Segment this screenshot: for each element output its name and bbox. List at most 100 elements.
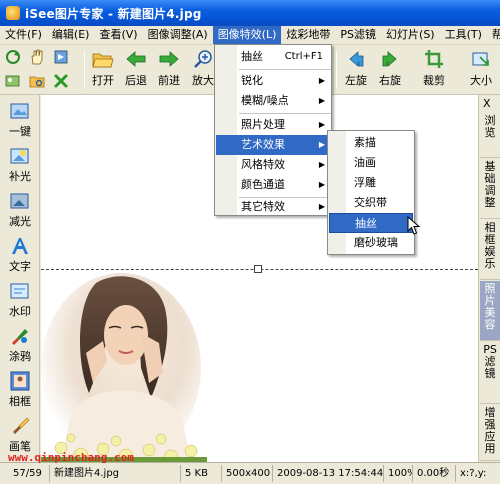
window-title: iSee图片专家 - 新建图片4.jpg bbox=[25, 6, 202, 21]
status-time: 0.00秒 bbox=[414, 465, 456, 482]
tab-enhance-apps[interactable]: 增强应用 bbox=[480, 405, 500, 461]
watermark-label: 水印 bbox=[9, 305, 31, 318]
submenu-arrow-icon: ▶ bbox=[318, 140, 325, 149]
menu-view[interactable]: 查看(V) bbox=[94, 26, 142, 44]
crop-label: 裁剪 bbox=[423, 74, 445, 87]
one-click-label: 一键 bbox=[9, 125, 31, 138]
rotate-right-button[interactable]: 右旋 bbox=[376, 47, 404, 93]
menu-item-sharpen[interactable]: 锐化 ▶ bbox=[239, 71, 331, 91]
menu-separator bbox=[239, 113, 331, 114]
menu-tools[interactable]: 工具(T) bbox=[440, 26, 487, 44]
crop-button[interactable]: 裁剪 bbox=[419, 47, 449, 93]
menu-color-zone[interactable]: 炫彩地带 bbox=[281, 26, 335, 44]
submenu-item-frosted-glass[interactable]: 磨砂玻璃 bbox=[348, 233, 414, 253]
tab-photo-beauty[interactable]: 照片美容 bbox=[480, 281, 500, 341]
text-label: 文字 bbox=[9, 260, 31, 273]
photo-woman-image bbox=[41, 273, 207, 462]
submenu-arrow-icon: ▶ bbox=[318, 96, 325, 105]
status-coords: x:?,y: bbox=[460, 468, 487, 479]
status-datetime: 2009-08-13 17:54:44 bbox=[274, 465, 384, 482]
zoom-in-button[interactable]: 放大 bbox=[190, 47, 216, 93]
rotate-left-label: 左旋 bbox=[345, 74, 367, 87]
tab-browse[interactable]: 浏览 bbox=[480, 113, 500, 158]
tab-basic-adjust[interactable]: 基础调整 bbox=[480, 159, 500, 219]
menu-image-adjust[interactable]: 图像调整(A) bbox=[143, 26, 213, 44]
open-button[interactable]: 打开 bbox=[88, 47, 118, 93]
menu-ps-filter[interactable]: PS滤镜 bbox=[335, 26, 381, 44]
submenu-item-sketch[interactable]: 素描 bbox=[348, 133, 414, 153]
submenu-gutter bbox=[328, 131, 346, 254]
resize-icon bbox=[472, 52, 489, 66]
menu-item-silk[interactable]: 抽丝 Ctrl+F1 bbox=[239, 47, 331, 67]
rotate-right-label: 右旋 bbox=[379, 74, 401, 87]
menu-item-sharpen-label: 锐化 bbox=[241, 74, 263, 87]
submenu-arrow-icon: ▶ bbox=[318, 76, 325, 85]
menu-separator bbox=[239, 69, 331, 70]
submenu-arrow-icon: ▶ bbox=[318, 202, 325, 211]
reduce-light-label: 减光 bbox=[9, 215, 31, 228]
frame-button[interactable]: 相框 bbox=[0, 367, 40, 411]
watermark-button[interactable]: 水印 bbox=[0, 277, 40, 321]
submenu-item-silk[interactable]: 抽丝 bbox=[329, 213, 413, 233]
text-button[interactable]: 文字 bbox=[0, 232, 40, 276]
image-effects-menu: 抽丝 Ctrl+F1 锐化 ▶ 模糊/噪点 ▶ 照片处理 ▶ 艺术效果 ▶ 风格… bbox=[214, 44, 332, 216]
menu-help[interactable]: 帮 bbox=[487, 26, 500, 44]
status-image-index: 57/59 bbox=[10, 465, 50, 482]
rotate-left-icon bbox=[349, 51, 364, 67]
resize-button[interactable]: 大小 bbox=[466, 47, 496, 93]
brush-button[interactable]: 画笔 bbox=[0, 412, 40, 456]
tab-frame-fun[interactable]: 相框娱乐 bbox=[480, 220, 500, 280]
folder-search-icon[interactable] bbox=[28, 72, 46, 90]
doodle-icon bbox=[12, 329, 28, 345]
frame-label: 相框 bbox=[9, 395, 31, 408]
menu-slideshow[interactable]: 幻灯片(S) bbox=[381, 26, 440, 44]
menu-item-blur-noise[interactable]: 模糊/噪点 ▶ bbox=[239, 91, 331, 111]
frame-icon bbox=[10, 371, 30, 391]
submenu-item-emboss[interactable]: 浮雕 bbox=[348, 173, 414, 193]
menu-gutter bbox=[215, 45, 237, 215]
selection-handle[interactable] bbox=[254, 265, 262, 273]
rotate-left-button[interactable]: 左旋 bbox=[342, 47, 370, 93]
open-folder-icon bbox=[92, 53, 114, 68]
slideshow-icon[interactable] bbox=[52, 48, 70, 66]
submenu-arrow-icon: ▶ bbox=[318, 180, 325, 189]
menu-image-effects[interactable]: 图像特效(L) bbox=[212, 26, 282, 44]
menu-item-color-channels-label: 颜色通道 bbox=[241, 178, 285, 191]
left-toolbar: 一键 补光 减光 文字 水印 涂鸦 相框 画笔 bbox=[0, 95, 40, 462]
menu-item-photo-processing-label: 照片处理 bbox=[241, 118, 285, 131]
back-button[interactable]: 后退 bbox=[122, 47, 150, 93]
mini-tools bbox=[4, 48, 80, 92]
status-dimensions: 500x400 bbox=[223, 465, 273, 482]
menu-file[interactable]: 文件(F) bbox=[0, 26, 47, 44]
menu-item-color-channels[interactable]: 颜色通道 ▶ bbox=[239, 175, 331, 195]
menu-item-other-effects[interactable]: 其它特效 ▶ bbox=[239, 197, 331, 217]
menu-item-style-effects[interactable]: 风格特效 ▶ bbox=[239, 155, 331, 175]
menu-item-art-effects-label: 艺术效果 bbox=[241, 138, 285, 151]
menu-item-photo-processing[interactable]: 照片处理 ▶ bbox=[239, 115, 331, 135]
mouse-cursor-icon bbox=[407, 216, 421, 235]
tab-ps-filter[interactable]: PS滤镜 bbox=[480, 342, 500, 404]
menu-item-art-effects[interactable]: 艺术效果 ▶ bbox=[216, 135, 331, 155]
submenu-arrow-icon: ▶ bbox=[318, 160, 325, 169]
crop-icon bbox=[425, 50, 443, 68]
refresh-icon[interactable] bbox=[4, 48, 22, 66]
forward-button[interactable]: 前进 bbox=[155, 47, 183, 93]
photo-edit-icon[interactable] bbox=[4, 72, 22, 90]
one-click-button[interactable]: 一键 bbox=[0, 97, 40, 141]
text-icon bbox=[12, 238, 28, 254]
doodle-button[interactable]: 涂鸦 bbox=[0, 322, 40, 366]
reduce-light-icon bbox=[10, 193, 29, 209]
menu-edit[interactable]: 编辑(E) bbox=[47, 26, 95, 44]
submenu-item-interweave[interactable]: 交织带 bbox=[348, 193, 414, 213]
menu-item-blur-noise-label: 模糊/噪点 bbox=[241, 94, 289, 107]
delete-icon[interactable] bbox=[52, 72, 70, 90]
submenu-item-oil-painting[interactable]: 油画 bbox=[348, 153, 414, 173]
fill-light-button[interactable]: 补光 bbox=[0, 142, 40, 186]
toolbar-separator bbox=[84, 51, 85, 89]
reduce-light-button[interactable]: 减光 bbox=[0, 187, 40, 231]
hand-icon[interactable] bbox=[28, 48, 46, 66]
title-bar: iSee图片专家 - 新建图片4.jpg bbox=[0, 0, 500, 26]
arrow-left-icon bbox=[126, 51, 146, 67]
close-panel-button[interactable]: X bbox=[483, 97, 491, 110]
status-file-size: 5 KB bbox=[182, 465, 222, 482]
